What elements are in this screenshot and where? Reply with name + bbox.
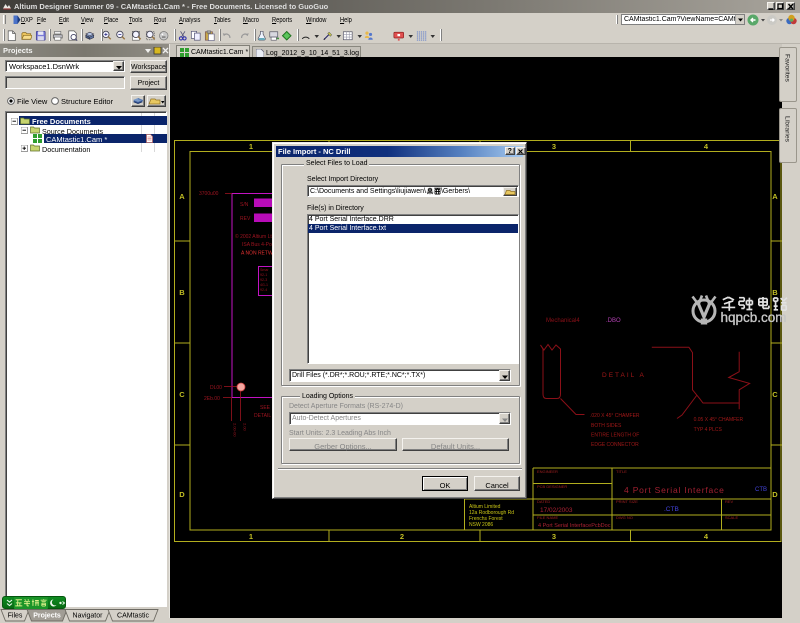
svg-text:ENTIRE LENGTH OF: ENTIRE LENGTH OF [591, 433, 639, 439]
svg-text:DATED: DATED [537, 499, 550, 504]
svg-text:Files: Files [8, 612, 23, 619]
svg-text:2.00: 2.00 [243, 423, 248, 432]
svg-text:4 Port Serial InterfacePcbDoc: 4 Port Serial InterfacePcbDoc [538, 523, 611, 529]
svg-text:Mechanical4: Mechanical4 [546, 318, 580, 324]
svg-text:2.00-00: 2.00-00 [233, 423, 238, 437]
svg-text:.020 X 45° CHAMFER: .020 X 45° CHAMFER [590, 413, 640, 419]
svg-text:ENGINEER: ENGINEER [537, 469, 558, 474]
svg-text:S/N: S/N [240, 202, 249, 208]
svg-text:2Eb.00: 2Eb.00 [204, 396, 220, 402]
svg-text:REV: REV [240, 216, 251, 222]
svg-text:hqpcb.com: hqpcb.com [721, 310, 787, 325]
svg-text:1: 1 [249, 532, 253, 541]
svg-text:92-4: 92-4 [260, 288, 267, 292]
svg-text:17/02/2003: 17/02/2003 [540, 507, 573, 514]
svg-text:0.05 X 45° CHAMFER: 0.05 X 45° CHAMFER [694, 417, 744, 423]
svg-text:1: 1 [249, 142, 253, 151]
svg-text:SEE: SEE [260, 405, 271, 411]
svg-text:.CTB: .CTB [664, 506, 679, 513]
svg-text:NSW 2086: NSW 2086 [469, 522, 493, 528]
svg-text:DL00: DL00 [210, 385, 222, 391]
svg-text:EDGE CONNECTOR: EDGE CONNECTOR [591, 442, 639, 448]
svg-text:4 Port Serial Interface: 4 Port Serial Interface [624, 485, 725, 495]
svg-text:92-3: 92-3 [260, 278, 267, 282]
svg-text:92-1: 92-1 [260, 273, 267, 277]
svg-text:ISA Bus 4-Port: ISA Bus 4-Port [242, 242, 275, 248]
svg-text:CTB: CTB [755, 487, 767, 493]
svg-text:FILE NAME: FILE NAME [537, 515, 558, 520]
svg-text:2: 2 [400, 532, 404, 541]
svg-text:D: D [772, 490, 778, 499]
svg-text:BOTH SIDES: BOTH SIDES [591, 423, 622, 429]
svg-text:CAMtastic: CAMtastic [117, 612, 149, 619]
svg-text:Smar: Smar [260, 268, 269, 272]
svg-text:3: 3 [552, 532, 556, 541]
svg-text:TYP 4 PLCS: TYP 4 PLCS [694, 427, 723, 433]
svg-text:C: C [179, 390, 185, 399]
svg-text:Projects: Projects [33, 612, 61, 619]
svg-text:SCALE: SCALE [725, 515, 738, 520]
svg-text:3700u00: 3700u00 [199, 191, 219, 197]
svg-text:DWG NO: DWG NO [616, 515, 633, 520]
svg-text:REV: REV [725, 499, 734, 504]
svg-text:4G-1: 4G-1 [260, 283, 268, 287]
svg-text:A NON RETW: A NON RETW [241, 251, 273, 257]
svg-text:B: B [179, 288, 185, 297]
svg-text:PCB DESIGNER: PCB DESIGNER [537, 484, 567, 489]
svg-text:C: C [772, 390, 778, 399]
svg-text:PRINT SIZE: PRINT SIZE [616, 499, 638, 504]
svg-text:TITLE: TITLE [616, 469, 627, 474]
svg-text:A: A [772, 192, 778, 201]
svg-text:DETAIL A: DETAIL A [602, 372, 646, 379]
svg-text:D: D [179, 490, 185, 499]
svg-text:Navigator: Navigator [73, 612, 104, 619]
svg-text:A: A [179, 192, 185, 201]
svg-text:.DBO: .DBO [606, 318, 621, 324]
svg-text:DETAIL: DETAIL [254, 413, 271, 419]
svg-text:© 2002 Altium Ltd: © 2002 Altium Ltd [235, 233, 275, 240]
svg-text:3: 3 [552, 142, 556, 151]
